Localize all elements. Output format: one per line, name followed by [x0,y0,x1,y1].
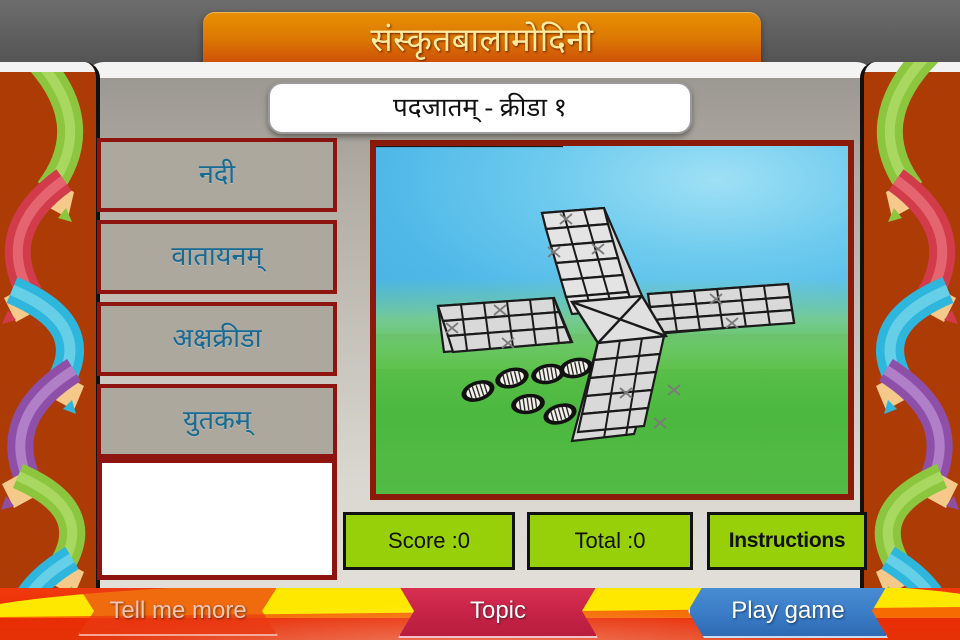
tell-me-more-label: Tell me more [109,597,247,624]
option-label-1: नदी [198,159,236,189]
total-display[interactable]: Total :0 [527,512,693,570]
board-and-shells-icon [376,146,796,443]
frame-rim-left [0,62,96,72]
score-label: Score :0 [388,528,470,553]
pencil-border-left [0,62,100,640]
question-image-frame [370,140,854,500]
cowrie-shells [461,357,593,425]
instructions-button[interactable]: Instructions [707,512,867,570]
lesson-subtitle: पदजातम् - क्रीडा १ [393,93,567,122]
option-label-4: युतकम् [183,405,251,435]
pencil-border-right [860,62,960,640]
pencils-right-icon [874,62,959,640]
play-game-button[interactable]: Play game [688,588,888,638]
bottom-navigation-bar: Tell me more Topic Play game [0,588,960,640]
option-list: नदी वातायनम् अक्षक्रीडा युतकम् [97,138,337,466]
tell-me-more-button[interactable]: Tell me more [78,588,278,636]
topic-button[interactable]: Topic [398,588,598,638]
option-button-4[interactable]: युतकम् [97,384,337,458]
option-label-2: वातायनम् [171,241,263,271]
topic-label: Topic [469,597,527,624]
play-game-label: Play game [731,597,845,624]
app-root: संस्कृतबालामोदिनी पदजातम् - क्रीडा १ नदी… [0,0,960,640]
score-row: Score :0 Total :0 Instructions [343,512,867,570]
page-title: संस्कृतबालामोदिनी [370,22,594,59]
lesson-subtitle-banner: पदजातम् - क्रीडा १ [268,82,692,134]
instructions-label: Instructions [728,529,846,552]
score-display[interactable]: Score :0 [343,512,515,570]
answer-display-box[interactable] [97,458,337,580]
option-button-1[interactable]: नदी [97,138,337,212]
option-button-3[interactable]: अक्षक्रीडा [97,302,337,376]
option-button-2[interactable]: वातायनम् [97,220,337,294]
pencils-left-icon [1,62,86,640]
total-label: Total :0 [574,528,646,553]
pachisi-board-illustration [376,146,848,494]
option-label-3: अक्षक्रीडा [172,323,262,353]
